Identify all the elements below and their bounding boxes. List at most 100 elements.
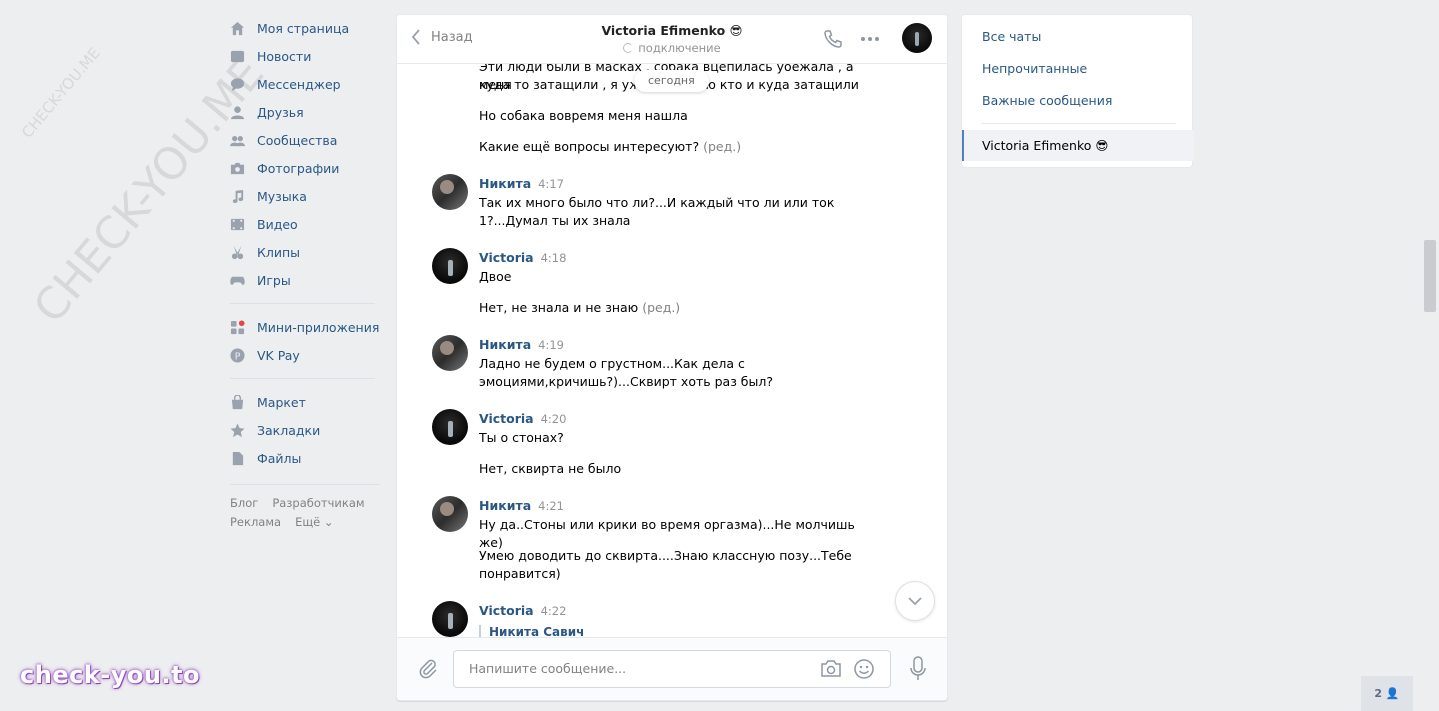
camera-icon [230, 161, 245, 176]
nav-market[interactable]: Маркет [230, 388, 380, 416]
watermark-small: CHECK-YOU.ME [18, 44, 104, 142]
avatar[interactable] [432, 174, 468, 210]
nav-photos[interactable]: Фотографии [230, 154, 380, 182]
message-time: 4:19 [538, 338, 564, 352]
chat-window: Назад Victoria Efimenko 😎 подключение се… [396, 14, 948, 701]
avatar[interactable] [432, 409, 468, 445]
nav-label: Мессенджер [257, 76, 341, 92]
nav-label: Видео [257, 216, 298, 232]
message-author[interactable]: Никита 4:17 [479, 176, 564, 191]
status-text: подключение [638, 41, 721, 55]
footer-links: Блог Разработчикам Реклама Ещё ⌄ [230, 494, 380, 532]
filter-unread[interactable]: Непрочитанные [982, 61, 1087, 76]
left-navigation: Моя страница Новости Мессенджер Друзья С… [230, 14, 380, 532]
home-icon [230, 21, 245, 36]
music-icon [230, 189, 245, 204]
nav-bookmarks[interactable]: Закладки [230, 416, 380, 444]
avatar[interactable] [432, 496, 468, 532]
market-bag-icon [230, 394, 245, 410]
star-icon [230, 422, 245, 438]
nav-my-page[interactable]: Моя страница [230, 14, 380, 42]
filter-all-chats[interactable]: Все чаты [982, 29, 1041, 44]
message-author[interactable]: Victoria 4:20 [479, 411, 566, 426]
phone-icon[interactable] [823, 29, 843, 49]
active-chat-label: Victoria Efimenko 😎 [982, 138, 1109, 153]
forwarded-author[interactable]: Никита Савич [479, 625, 584, 637]
avatar[interactable] [432, 601, 468, 637]
footer-link-blog[interactable]: Блог [230, 496, 258, 510]
message-time: 4:22 [540, 604, 567, 618]
author-name: Victoria [479, 250, 534, 265]
footer-link-developers[interactable]: Разработчикам [272, 496, 364, 510]
nav-games[interactable]: Игры [230, 266, 380, 294]
nav-separator [230, 303, 375, 304]
message-history[interactable]: Эти люди были в масках , собака вцепилас… [397, 64, 947, 637]
footer-link-ads[interactable]: Реклама [230, 515, 281, 529]
news-icon [230, 49, 245, 64]
message-text: Двое [479, 269, 512, 284]
message-time: 4:21 [538, 499, 564, 513]
clips-icon [230, 245, 245, 260]
nav-friends[interactable]: Друзья [230, 98, 380, 126]
dot-icon [861, 37, 865, 41]
nav-label: Моя страница [257, 20, 350, 36]
spinner-icon [623, 43, 634, 53]
microphone-icon[interactable] [908, 656, 928, 682]
message-text: Нет, не знала и не знаю (ред.) [479, 299, 879, 317]
nav-files[interactable]: Файлы [230, 444, 380, 472]
svg-text:P: P [235, 351, 241, 362]
vkpay-icon: P [230, 347, 245, 363]
message-text: 1?...Думал ты их знала [479, 213, 631, 228]
author-name: Victoria [479, 603, 534, 618]
author-name: Никита [479, 337, 532, 352]
message-body: Какие ещё вопросы интересуют? [479, 139, 700, 154]
message-input[interactable] [467, 660, 811, 677]
author-name: Victoria [479, 411, 534, 426]
author-name: Никита [479, 498, 532, 513]
message-time: 4:17 [538, 177, 564, 191]
message-text: понравится) [479, 566, 561, 581]
nav-news[interactable]: Новости [230, 42, 380, 70]
message-author[interactable]: Victoria 4:22 [479, 603, 566, 618]
nav-mini-apps[interactable]: Мини-приложения [230, 313, 380, 341]
peer-name[interactable]: Victoria Efimenko 😎 [397, 23, 947, 38]
video-icon [230, 217, 245, 232]
active-chat-item[interactable]: Victoria Efimenko 😎 [962, 130, 1194, 161]
message-author[interactable]: Никита 4:19 [479, 337, 564, 352]
scroll-down-button[interactable] [895, 581, 935, 621]
nav-music[interactable]: Музыка [230, 182, 380, 210]
message-author[interactable]: Victoria 4:18 [479, 250, 566, 265]
nav-label: Новости [257, 48, 312, 64]
nav-communities[interactable]: Сообщества [230, 126, 380, 154]
nav-video[interactable]: Видео [230, 210, 380, 238]
dot-icon [868, 37, 872, 41]
nav-label: Игры [257, 272, 291, 288]
nav-label: Друзья [257, 104, 304, 120]
page-scrollbar-thumb[interactable] [1424, 240, 1436, 312]
message-input-box [453, 650, 891, 688]
nav-vk-pay[interactable]: P VK Pay [230, 341, 380, 369]
camera-icon[interactable] [820, 660, 842, 678]
avatar[interactable] [432, 248, 468, 284]
nav-separator [230, 378, 375, 379]
chevron-down-icon [908, 597, 922, 606]
online-counter[interactable]: 2 👤 [1361, 676, 1413, 711]
date-separator-pill: сегодня [634, 70, 709, 92]
filter-important[interactable]: Важные сообщения [982, 93, 1112, 108]
message-text: Так их много было что ли?...И каждый что… [479, 195, 835, 210]
edited-mark: (ред.) [642, 300, 681, 315]
message-text: Умею доводить до сквирта....Знаю классну… [479, 548, 852, 563]
message-text: эмоциями,кричишь?)...Сквирт хоть раз был… [479, 374, 774, 389]
message-author[interactable]: Никита 4:21 [479, 498, 564, 513]
nav-label: Музыка [257, 188, 307, 204]
more-actions-button[interactable] [861, 37, 879, 41]
peer-avatar[interactable] [902, 23, 932, 53]
message-time: 4:18 [540, 251, 567, 265]
footer-link-more[interactable]: Ещё ⌄ [295, 515, 333, 529]
communities-icon [230, 133, 245, 148]
paperclip-icon[interactable] [417, 657, 439, 679]
nav-clips[interactable]: Клипы [230, 238, 380, 266]
avatar[interactable] [432, 335, 468, 371]
emoji-icon[interactable] [853, 658, 875, 680]
nav-messenger[interactable]: Мессенджер [230, 70, 380, 98]
